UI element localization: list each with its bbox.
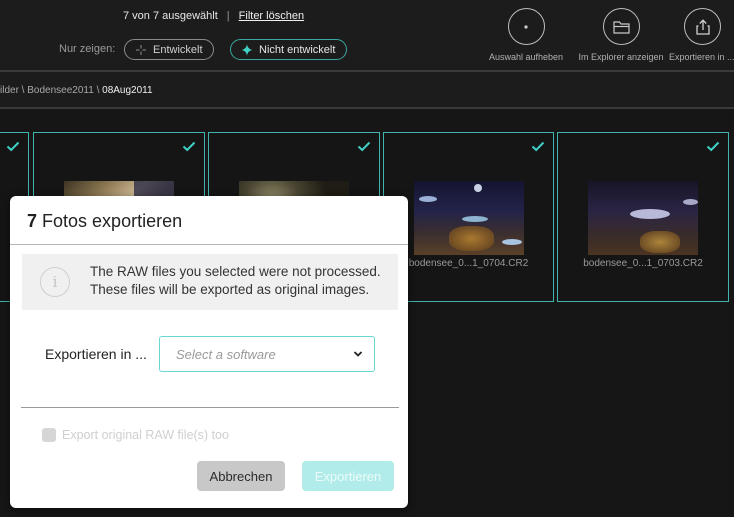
dialog-title: 7 Fotos exportieren <box>27 211 182 232</box>
breadcrumb-item[interactable]: ilder <box>0 85 19 96</box>
selection-count-text: 7 von 7 ausgewählt <box>123 10 218 22</box>
check-icon <box>182 141 196 152</box>
breadcrumb-item[interactable]: Bodensee2011 <box>27 85 94 96</box>
info-icon: i <box>40 267 70 297</box>
filter-not-developed-button[interactable]: Nicht entwickelt <box>230 39 347 60</box>
export-dialog: 7 Fotos exportieren i The RAW files you … <box>10 196 408 508</box>
info-line-2: These files will be exported as original… <box>90 282 370 297</box>
breadcrumb-separator: \ <box>93 85 103 96</box>
info-text: The RAW files you selected were not proc… <box>90 263 381 299</box>
export-raw-checkbox-label: Export original RAW file(s) too <box>62 428 229 442</box>
software-select-placeholder: Select a software <box>176 347 276 362</box>
sparkle-filled-icon <box>241 44 253 55</box>
deselect-circle <box>507 8 545 45</box>
dot-circle-icon <box>524 24 528 29</box>
export-to-button[interactable]: Exportieren in ... <box>652 8 734 62</box>
share-upload-icon <box>695 18 710 35</box>
check-icon <box>706 141 720 152</box>
check-icon <box>6 141 20 152</box>
selection-separator: | <box>226 10 230 22</box>
photo-thumbnail <box>588 181 698 255</box>
export-circle <box>684 8 721 45</box>
export-to-label: Exportieren in ... <box>669 52 734 62</box>
check-icon <box>357 141 371 152</box>
dialog-photo-count: 7 <box>27 211 38 231</box>
dialog-title-text: Fotos exportieren <box>42 211 183 231</box>
selection-status: 7 von 7 ausgewählt | Filter löschen <box>123 10 304 22</box>
explorer-circle <box>602 8 640 45</box>
filter-developed-button[interactable]: Entwickelt <box>124 39 214 60</box>
check-icon <box>531 141 545 152</box>
breadcrumb: ilder \ Bodensee2011 \ 08Aug2011 <box>0 85 153 96</box>
breadcrumb-current[interactable]: 08Aug2011 <box>102 85 152 96</box>
sparkle-outline-icon <box>136 44 146 55</box>
photo-filename: bodensee_0...1_0704.CR2 <box>408 258 529 269</box>
folder-icon <box>612 20 630 34</box>
photo-card[interactable]: bodensee_0...1_0703.CR2 <box>557 132 729 302</box>
software-select[interactable]: Select a software <box>159 336 375 372</box>
filter-not-developed-label: Nicht entwickelt <box>259 43 336 56</box>
clear-filter-link[interactable]: Filter löschen <box>239 10 304 22</box>
photo-filename: bodensee_0...1_0703.CR2 <box>583 258 703 269</box>
cancel-button[interactable]: Abbrechen <box>197 461 285 491</box>
dialog-header-divider <box>10 244 408 245</box>
filter-developed-label: Entwickelt <box>153 43 203 56</box>
export-raw-checkbox-row: Export original RAW file(s) too <box>42 428 229 442</box>
photo-thumbnail <box>414 181 524 255</box>
filter-label: Nur zeigen: <box>59 43 116 55</box>
export-raw-checkbox[interactable] <box>42 428 56 442</box>
breadcrumb-bar: ilder \ Bodensee2011 \ 08Aug2011 <box>0 72 734 107</box>
dialog-divider <box>21 407 399 408</box>
top-toolbar: 7 von 7 ausgewählt | Filter löschen Nur ze… <box>0 0 734 71</box>
export-button[interactable]: Exportieren <box>302 461 394 491</box>
chevron-down-icon <box>353 351 363 357</box>
export-to-label: Exportieren in ... <box>45 346 147 362</box>
info-line-1: The RAW files you selected were not proc… <box>90 264 381 279</box>
info-message: i The RAW files you selected were not pr… <box>22 254 398 310</box>
deselect-all-label: Auswahl aufheben <box>488 52 564 62</box>
breadcrumb-separator: \ <box>18 85 28 96</box>
photo-card[interactable]: bodensee_0...1_0704.CR2 <box>383 132 554 302</box>
deselect-all-button[interactable]: Auswahl aufheben <box>476 8 576 62</box>
